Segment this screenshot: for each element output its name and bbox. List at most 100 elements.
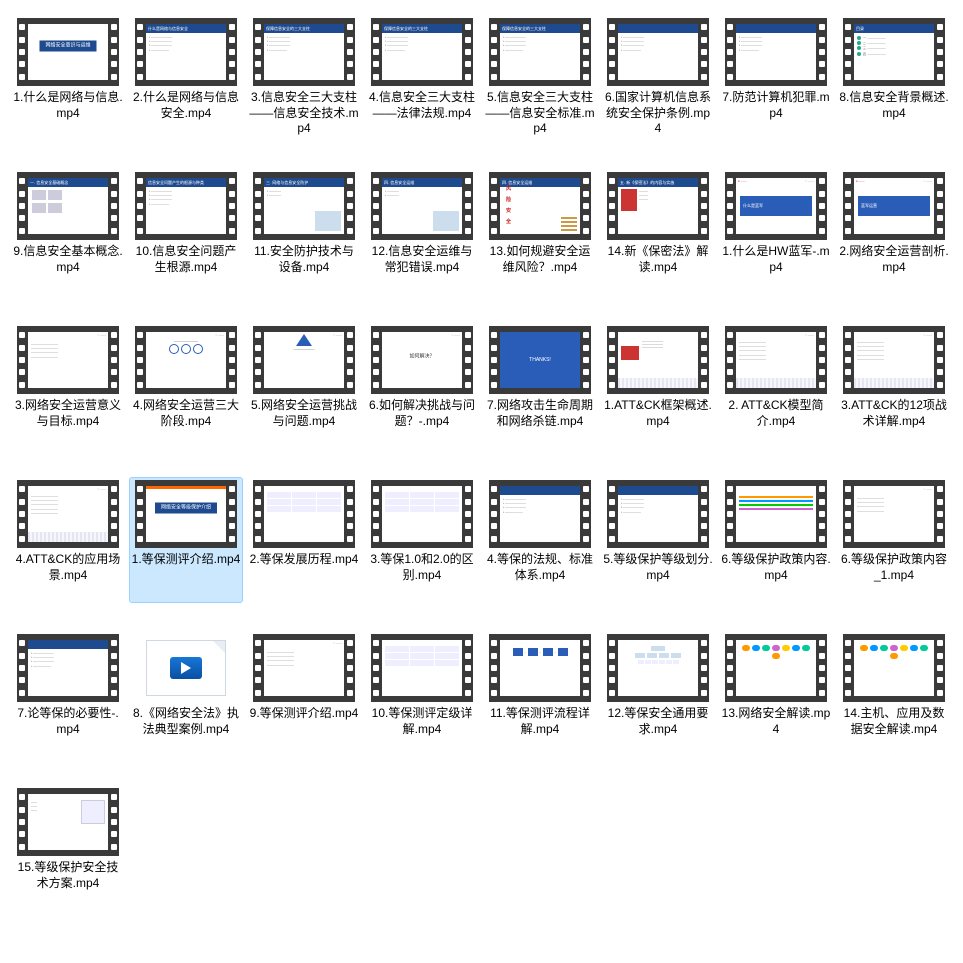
file-item[interactable]: • ———————• ———————• ———————• ——————7.防范计… <box>720 16 832 140</box>
file-item[interactable]: ○ ——如何解决？6.如何解决挑战与问题？-.mp4 <box>366 324 478 448</box>
file-name-label: 8.《网络安全法》执法典型案例.mp4 <box>131 706 241 754</box>
file-item[interactable]: 3.等保1.0和2.0的区别.mp4 <box>366 478 478 602</box>
video-thumbnail: 一. 信息安全基础概念 <box>17 172 119 240</box>
video-thumbnail: ○ —————————————————————————————————————— <box>17 326 119 394</box>
file-name-label: 10.信息安全问题产生根源.mp4 <box>131 244 241 292</box>
video-thumbnail <box>843 634 945 702</box>
file-name-label: 4.ATT&CK的应用场景.mp4 <box>13 552 123 600</box>
file-item[interactable]: • ———————• ———————• ———————• ——————6.国家计… <box>602 16 714 140</box>
file-item[interactable]: 13.网络安全解读.mp4 <box>720 632 832 756</box>
video-thumbnail: ○ ——————————————————————————————————————… <box>843 326 945 394</box>
file-name-label: 13.网络安全解读.mp4 <box>721 706 831 754</box>
file-name-label: 5.网络安全运营挑战与问题.mp4 <box>249 398 359 446</box>
file-item[interactable]: 五. 新《保密法》的内容与实施—————————14.新《保密法》解读.mp4 <box>602 170 714 294</box>
file-name-label: 7.论等保的必要性-.mp4 <box>13 706 123 754</box>
file-name-label: 5.等级保护等级划分.mp4 <box>603 552 713 600</box>
file-item[interactable]: —————————————————————1.ATT&CK框架概述.mp4 <box>602 324 714 448</box>
file-item[interactable]: ○ ——————————————————————————————————————… <box>248 632 360 756</box>
file-name-label: 1.什么是HW蓝军-.mp4 <box>721 244 831 292</box>
file-name-label: 4.信息安全三大支柱——法律法规.mp4 <box>367 90 477 138</box>
file-name-label: 2.网络安全运营剖析.mp4 <box>839 244 949 292</box>
file-item[interactable]: 保障信息安全的三大支柱• ———————• ———————• ———————• … <box>484 16 596 140</box>
file-name-label: 3.网络安全运营意义与目标.mp4 <box>13 398 123 446</box>
video-thumbnail: • ———————• ———————• ———————• —————— <box>17 634 119 702</box>
file-item[interactable]: 什么是网络与信息安全• ———————• ———————• ———————• —… <box>130 16 242 140</box>
file-item[interactable]: 2.等保发展历程.mp4 <box>248 478 360 602</box>
file-item[interactable]: 四. 信息安全运维风险安全13.如何规避安全运维风险？.mp4 <box>484 170 596 294</box>
video-thumbnail: 四. 信息安全运维• ————• ———— <box>371 172 473 240</box>
file-item[interactable]: →→→11.等保测评流程详解.mp4 <box>484 632 596 756</box>
video-thumbnail: 四. 信息安全运维风险安全 <box>489 172 591 240</box>
video-thumbnail: ○ ——————————————————————————————————————… <box>725 326 827 394</box>
video-thumbnail: • ———————• ———————• ———————• —————— <box>725 18 827 86</box>
file-name-label: 6.如何解决挑战与问题？-.mp4 <box>367 398 477 446</box>
video-thumbnail: • ———————• ———————• ———————• —————— <box>607 480 709 548</box>
file-name-label: 7.网络攻击生命周期和网络杀链.mp4 <box>485 398 595 446</box>
file-item[interactable]: 8.《网络安全法》执法典型案例.mp4 <box>130 632 242 756</box>
video-thumbnail: ○ —————————————————————————————————————— <box>253 634 355 702</box>
file-item[interactable]: • ———————• ———————• ———————• ——————5.等级保… <box>602 478 714 602</box>
file-name-label: 9.等保测评介绍.mp4 <box>249 706 359 754</box>
video-thumbnail: 网络安全等级保护介绍 <box>135 480 237 548</box>
file-item[interactable]: ——————15.等级保护安全技术方案.mp4 <box>12 786 124 910</box>
video-thumbnail: 保障信息安全的三大支柱• ———————• ———————• ———————• … <box>253 18 355 86</box>
file-item[interactable]: 三. 网络与信息安全防护• ————• ————11.安全防护技术与设备.mp4 <box>248 170 360 294</box>
video-thumbnail: →→→ <box>489 634 591 702</box>
video-thumbnail: ————————————————————— <box>607 326 709 394</box>
file-item[interactable]: 10.等保测评定级详解.mp4 <box>366 632 478 756</box>
file-item[interactable]: 14.主机、应用及数据安全解读.mp4 <box>838 632 950 756</box>
file-name-label: 4.网络安全运营三大阶段.mp4 <box>131 398 241 446</box>
file-item[interactable]: ○ ——————————————————————————————————————… <box>720 324 832 448</box>
video-thumbnail <box>607 634 709 702</box>
file-item[interactable]: 信息安全问题产生的根源与种类• ———————• ———————• ——————… <box>130 170 242 294</box>
video-thumbnail: ○ ——————————————————————————————————————… <box>17 480 119 548</box>
file-item[interactable]: 6.等级保护政策内容.mp4 <box>720 478 832 602</box>
video-thumbnail: THANKS! <box>489 326 591 394</box>
file-item[interactable]: 一. 信息安全基础概念9.信息安全基本概念.mp4 <box>12 170 124 294</box>
file-item[interactable]: ○ ——————————————————————————————————————… <box>12 324 124 448</box>
file-item[interactable]: 保障信息安全的三大支柱• ———————• ———————• ———————• … <box>248 16 360 140</box>
file-name-label: 3.信息安全三大支柱——信息安全技术.mp4 <box>249 90 359 138</box>
file-name-label: 6.等级保护政策内容.mp4 <box>721 552 831 600</box>
video-thumbnail: • ———————• ———————• ———————• —————— <box>607 18 709 86</box>
file-name-label: 2. ATT&CK模型简介.mp4 <box>721 398 831 446</box>
video-thumbnail <box>253 480 355 548</box>
file-name-label: 1.等保测评介绍.mp4 <box>131 552 241 600</box>
file-name-label: 2.等保发展历程.mp4 <box>249 552 359 600</box>
file-item[interactable]: 12.等保安全通用要求.mp4 <box>602 632 714 756</box>
file-item[interactable]: ○ ——————————4.网络安全运营三大阶段.mp4 <box>130 324 242 448</box>
video-thumbnail: 保障信息安全的三大支柱• ———————• ———————• ———————• … <box>489 18 591 86</box>
file-name-label: 5.信息安全三大支柱——信息安全标准.mp4 <box>485 90 595 138</box>
file-item[interactable]: ○ ——————————————————————————————————————… <box>838 478 950 602</box>
file-name-label: 11.安全防护技术与设备.mp4 <box>249 244 359 292</box>
file-item[interactable]: 四. 信息安全运维• ————• ————12.信息安全运维与常犯错误.mp4 <box>366 170 478 294</box>
file-name-label: 6.等级保护政策内容_1.mp4 <box>839 552 949 600</box>
video-thumbnail: ○ ——如何解决？ <box>371 326 473 394</box>
file-name-label: 1.什么是网络与信息.mp4 <box>13 90 123 138</box>
video-thumbnail: 三. 网络与信息安全防护• ————• ———— <box>253 172 355 240</box>
file-item[interactable]: ○ ——————————————————————————————————————… <box>838 324 950 448</box>
file-item[interactable]: ● ——○ ——什么是蓝军1.什么是HW蓝军-.mp4 <box>720 170 832 294</box>
file-item[interactable]: 目录一. ——————二. ——————三. ——————四. ——————8.… <box>838 16 950 140</box>
video-thumbnail: • ———————• ———————• ———————• —————— <box>489 480 591 548</box>
video-thumbnail: 目录一. ——————二. ——————三. ——————四. —————— <box>843 18 945 86</box>
file-item[interactable]: • ———————• ———————• ———————• ——————4.等保的… <box>484 478 596 602</box>
video-thumbnail: 保障信息安全的三大支柱• ———————• ———————• ———————• … <box>371 18 473 86</box>
file-name-label: 11.等保测评流程详解.mp4 <box>485 706 595 754</box>
file-item[interactable]: ○ ——————————————————————————————————————… <box>12 478 124 602</box>
video-thumbnail: ○ ————————— <box>253 326 355 394</box>
file-item[interactable]: 网络安全等级保护介绍1.等保测评介绍.mp4 <box>130 478 242 602</box>
file-item[interactable]: THANKS!7.网络攻击生命周期和网络杀链.mp4 <box>484 324 596 448</box>
file-item[interactable]: ○ —————————5.网络安全运营挑战与问题.mp4 <box>248 324 360 448</box>
file-name-label: 2.什么是网络与信息安全.mp4 <box>131 90 241 138</box>
file-name-label: 3.等保1.0和2.0的区别.mp4 <box>367 552 477 600</box>
file-item[interactable]: 保障信息安全的三大支柱• ———————• ———————• ———————• … <box>366 16 478 140</box>
file-name-label: 3.ATT&CK的12项战术详解.mp4 <box>839 398 949 446</box>
file-name-label: 12.等保安全通用要求.mp4 <box>603 706 713 754</box>
file-item[interactable]: ● ——○ ——蓝军运营2.网络安全运营剖析.mp4 <box>838 170 950 294</box>
file-name-label: 8.信息安全背景概述.mp4 <box>839 90 949 138</box>
video-thumbnail: ○ —————————— <box>135 326 237 394</box>
file-item[interactable]: • ———————• ———————• ———————• ——————7.论等保… <box>12 632 124 756</box>
file-name-label: 14.主机、应用及数据安全解读.mp4 <box>839 706 949 754</box>
file-item[interactable]: 网络安全意识与运维1.什么是网络与信息.mp4 <box>12 16 124 140</box>
